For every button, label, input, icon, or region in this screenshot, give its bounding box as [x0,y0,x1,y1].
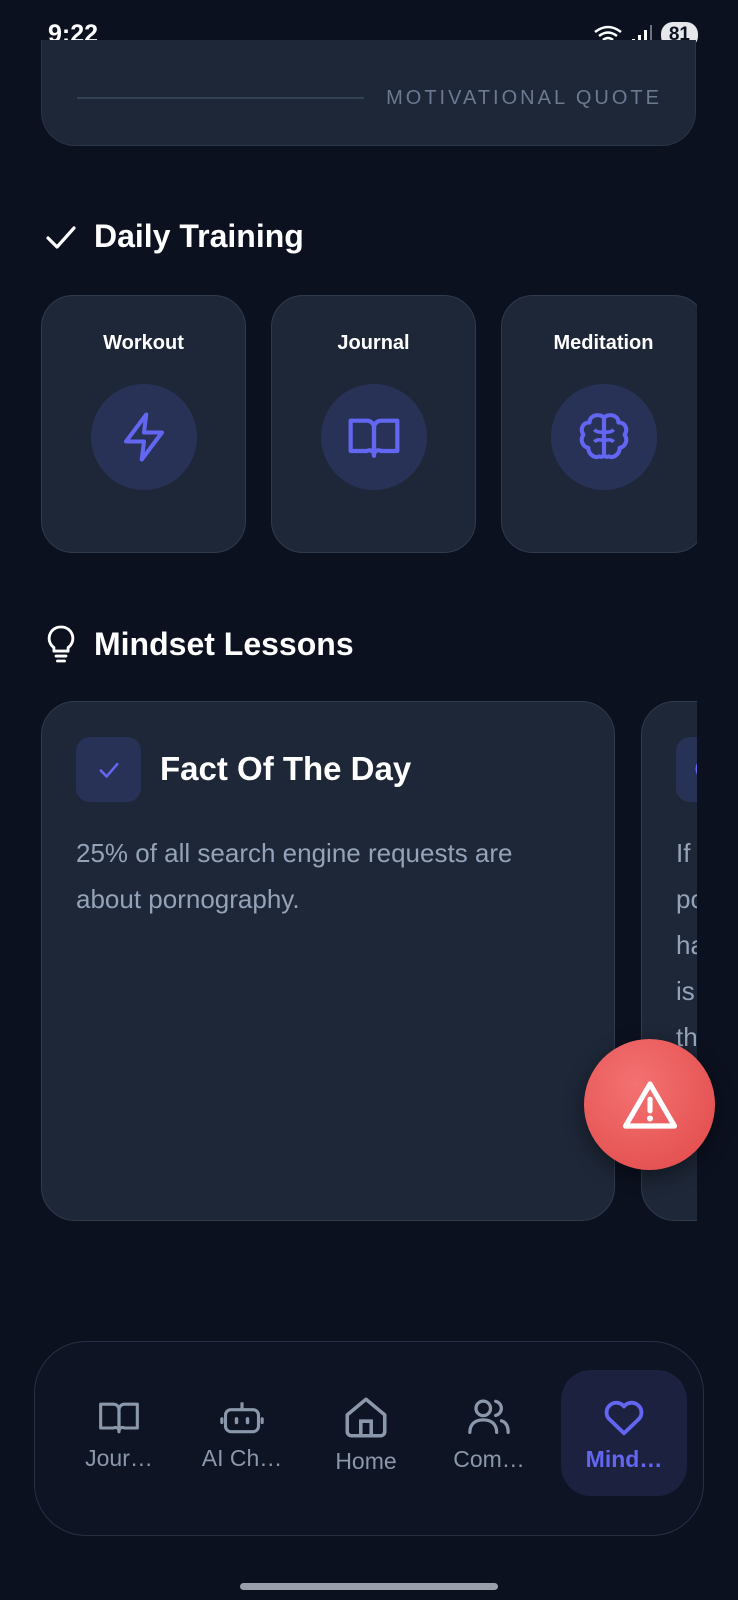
training-icon-circle [90,384,197,490]
book-icon [99,1402,139,1433]
nav-item-mindset[interactable]: Mind… [561,1370,687,1496]
daily-training-heading: Daily Training [44,218,304,255]
users-icon [468,1398,510,1434]
warning-icon [622,1080,677,1129]
training-card-label: Workout [103,332,184,354]
nav-label: Jour… [85,1444,153,1471]
nav-label: Com… [453,1445,525,1472]
training-card-workout[interactable]: Workout [41,295,246,553]
lightning-icon [123,412,164,462]
training-card-label: Meditation [553,332,654,354]
home-indicator [240,1583,498,1590]
nav-label: AI Ch… [201,1444,283,1471]
lesson-card-fact-of-the-day[interactable]: Fact Of The Day 25% of all search engine… [41,701,615,1221]
lesson-title: Fact Of The Day [160,750,412,787]
lesson-body-line: is [676,976,695,1006]
quote-divider [77,97,364,99]
mindset-lessons-heading: Mindset Lessons [44,624,354,664]
nav-item-ai-chat[interactable]: AI Ch… [179,1370,305,1496]
robot-icon [220,1401,264,1433]
nav-item-home[interactable]: Home [303,1370,429,1496]
book-icon [348,418,399,458]
brain-icon [579,413,628,459]
check-icon [46,225,76,249]
lesson-body: 25% of all search engine requests are ab… [76,838,513,914]
lightbulb-icon [47,625,75,663]
training-carousel[interactable]: Workout Journal Meditation [41,295,697,554]
home-icon [345,1397,387,1438]
check-icon [99,762,118,778]
bottom-nav: Jour… AI Ch… Home Com… Mind… [34,1341,704,1536]
nav-label: Home [335,1447,397,1474]
nav-item-journal[interactable]: Jour… [56,1370,182,1496]
lesson-badge [676,737,697,802]
lesson-body-line: ha [676,930,697,960]
circle-icon [695,763,697,775]
nav-item-community[interactable]: Com… [426,1370,552,1496]
lesson-badge [76,737,141,802]
quote-label: MOTIVATIONAL QUOTE [386,87,662,109]
lesson-body-line: If [676,838,691,868]
training-card-label: Journal [337,332,410,354]
training-card-meditation[interactable]: Meditation [501,295,697,553]
panic-button[interactable] [584,1039,715,1170]
training-card-journal[interactable]: Journal [271,295,476,553]
daily-training-title: Daily Training [94,218,304,254]
motivational-quote-card: MOTIVATIONAL QUOTE [41,40,696,146]
nav-label: Mind… [585,1445,663,1472]
heart-icon [604,1400,644,1435]
lesson-body-line: po [676,884,697,914]
mindset-lessons-title: Mindset Lessons [94,625,354,662]
training-icon-circle [320,384,427,490]
training-icon-circle [550,384,657,490]
